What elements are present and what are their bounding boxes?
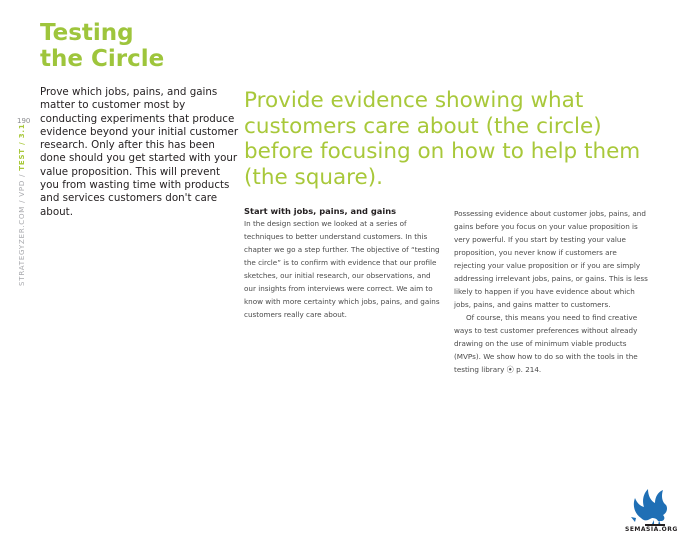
intro-paragraph: Prove which jobs, pains, and gains matte…	[40, 86, 239, 218]
pull-quote-headline: Provide evidence showing what customers …	[244, 88, 641, 190]
body-column-1: Start with jobs, pains, and gains In the…	[244, 205, 440, 321]
semasia-logo: SEMASIA.ORG	[621, 484, 681, 534]
column-2-paragraph-2: Of course, this means you need to find c…	[454, 313, 638, 374]
page-number: 190	[17, 117, 31, 125]
page-title: Testing the Circle	[40, 20, 230, 72]
column-2-paragraph-1: Possessing evidence about customer jobs,…	[454, 209, 648, 309]
body-column-2: Possessing evidence about customer jobs,…	[454, 207, 650, 376]
column-1-paragraph: In the design section we looked at a ser…	[244, 219, 440, 319]
section-breadcrumb: STRATEGYZER.COM / VPD / TEST / 3.1	[18, 123, 26, 286]
title-line-2: the Circle	[40, 46, 165, 72]
breadcrumb-prefix: STRATEGYZER.COM / VPD /	[18, 170, 26, 286]
title-line-1: Testing	[40, 20, 134, 46]
logo-text: SEMASIA.ORG	[625, 526, 678, 533]
breadcrumb-section: TEST / 3.1	[18, 123, 26, 171]
section-subheading: Start with jobs, pains, and gains	[244, 206, 397, 216]
